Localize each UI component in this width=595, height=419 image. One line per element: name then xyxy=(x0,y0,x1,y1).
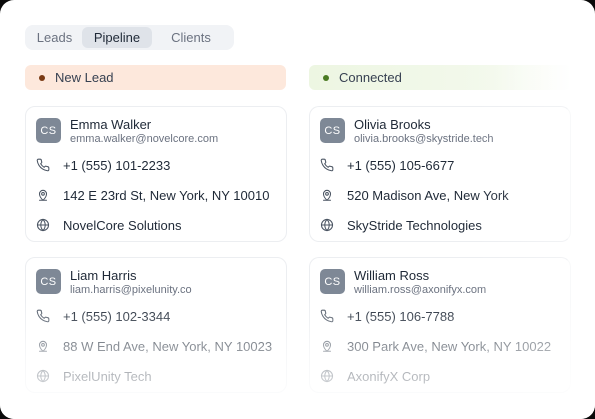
status-dot xyxy=(39,74,45,81)
avatar: CS xyxy=(320,118,345,143)
phone-icon xyxy=(320,309,334,323)
map-pin-icon xyxy=(320,188,334,202)
contact-email: william.ross@axonifyx.com xyxy=(354,284,487,296)
column-title: Connected xyxy=(339,70,402,85)
tab-leads[interactable]: Leads xyxy=(27,27,82,48)
address-value: 88 W End Ave, New York, NY 10023 xyxy=(63,338,273,354)
company-value: SkyStride Technologies xyxy=(347,217,482,233)
address-value: 142 E 23rd St, New York, NY 10010 xyxy=(63,187,270,203)
phone-row: +1 (555) 106-7788 xyxy=(320,307,454,325)
lead-card[interactable]: CS Olivia Brooks olivia.brooks@skystride… xyxy=(309,106,571,242)
address-row: 142 E 23rd St, New York, NY 10010 xyxy=(36,186,269,204)
phone-row: +1 (555) 102-3344 xyxy=(36,307,170,325)
company-row: SkyStride Technologies xyxy=(320,216,482,234)
lead-card[interactable]: CS Liam Harris liam.harris@pixelunity.co… xyxy=(25,257,287,393)
contact-email: emma.walker@novelcore.com xyxy=(70,133,219,145)
company-value: NovelCore Solutions xyxy=(63,217,182,233)
phone-value: +1 (555) 101-2233 xyxy=(63,157,171,173)
phone-row: +1 (555) 101-2233 xyxy=(36,156,170,174)
column-header-connected: Connected xyxy=(309,65,571,90)
address-row: 300 Park Ave, New York, NY 10022 xyxy=(320,337,551,355)
globe-icon xyxy=(36,369,50,383)
phone-value: +1 (555) 106-7788 xyxy=(347,308,455,324)
address-row: 88 W End Ave, New York, NY 10023 xyxy=(36,337,272,355)
avatar: CS xyxy=(36,269,61,294)
phone-icon xyxy=(36,158,50,172)
phone-row: +1 (555) 105-6677 xyxy=(320,156,454,174)
map-pin-icon xyxy=(36,339,50,353)
view-tabs: Leads Pipeline Clients xyxy=(25,25,234,50)
globe-icon xyxy=(36,218,50,232)
contact-name: William Ross xyxy=(354,268,430,283)
status-dot xyxy=(323,74,329,81)
column-title: New Lead xyxy=(55,70,114,85)
contact-name: Emma Walker xyxy=(70,117,152,132)
contact-email: olivia.brooks@skystride.tech xyxy=(354,133,494,145)
address-row: 520 Madison Ave, New York xyxy=(320,186,509,204)
globe-icon xyxy=(320,218,334,232)
tab-pipeline[interactable]: Pipeline xyxy=(82,27,152,48)
contact-name: Liam Harris xyxy=(70,268,137,283)
company-value: PixelUnity Tech xyxy=(63,368,152,384)
phone-value: +1 (555) 105-6677 xyxy=(347,157,455,173)
company-row: AxonifyX Corp xyxy=(320,367,430,385)
company-row: NovelCore Solutions xyxy=(36,216,182,234)
lead-card[interactable]: CS William Ross william.ross@axonifyx.co… xyxy=(309,257,571,393)
map-pin-icon xyxy=(320,339,334,353)
phone-icon xyxy=(320,158,334,172)
phone-value: +1 (555) 102-3344 xyxy=(63,308,171,324)
phone-icon xyxy=(36,309,50,323)
tab-clients[interactable]: Clients xyxy=(152,27,230,48)
avatar: CS xyxy=(36,118,61,143)
address-value: 300 Park Ave, New York, NY 10022 xyxy=(347,338,552,354)
map-pin-icon xyxy=(36,188,50,202)
column-header-new-lead: New Lead xyxy=(25,65,286,90)
pipeline-panel: Leads Pipeline Clients New Lead Connecte… xyxy=(0,0,595,419)
avatar: CS xyxy=(320,269,345,294)
contact-email: liam.harris@pixelunity.co xyxy=(70,284,192,296)
company-row: PixelUnity Tech xyxy=(36,367,152,385)
address-value: 520 Madison Ave, New York xyxy=(347,187,509,203)
globe-icon xyxy=(320,369,334,383)
contact-name: Olivia Brooks xyxy=(354,117,431,132)
lead-card[interactable]: CS Emma Walker emma.walker@novelcore.com… xyxy=(25,106,287,242)
company-value: AxonifyX Corp xyxy=(347,368,431,384)
